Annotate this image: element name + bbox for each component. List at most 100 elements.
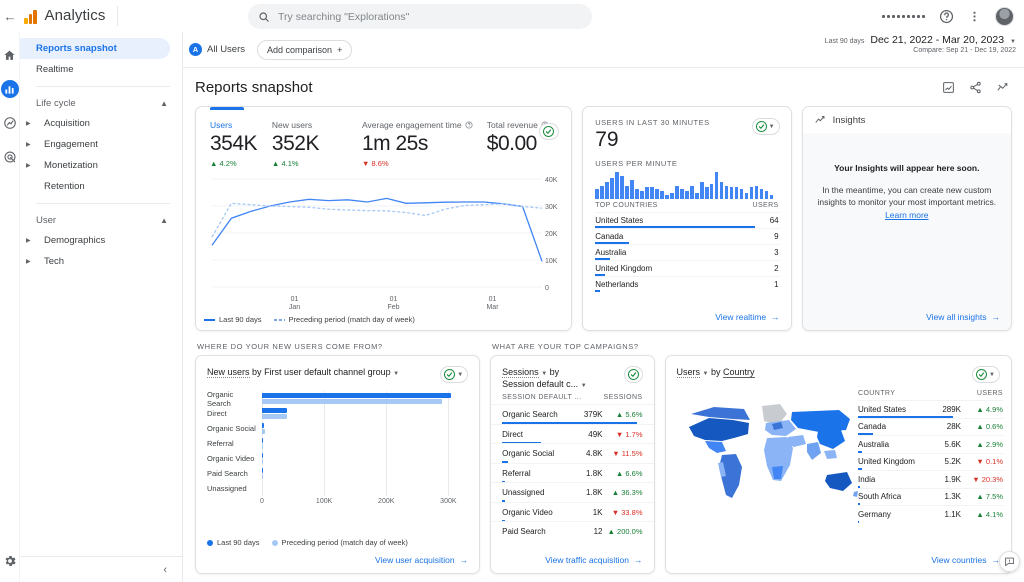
feedback-icon[interactable] bbox=[999, 551, 1020, 572]
rail-reports-bar-chart-icon[interactable] bbox=[0, 80, 19, 98]
help-circle-icon[interactable] bbox=[939, 9, 954, 24]
bar-preceding bbox=[262, 414, 287, 419]
table-row[interactable]: Canada 9 bbox=[595, 228, 779, 244]
sidebar-group-life-cycle[interactable]: Life cycle ▲ bbox=[20, 93, 182, 113]
metric-total-revenue[interactable]: Total revenue $0.00 bbox=[487, 120, 571, 168]
world-choropleth-map[interactable] bbox=[674, 392, 859, 532]
sidebar-divider bbox=[36, 86, 170, 87]
world-map-svg bbox=[688, 404, 858, 498]
sparkline-bar bbox=[595, 189, 599, 199]
bar-pair[interactable] bbox=[262, 466, 471, 481]
sidebar-item-monetization[interactable]: ▶ Monetization bbox=[20, 155, 182, 176]
sidebar-item-retention[interactable]: Retention bbox=[20, 176, 182, 197]
date-range-selector[interactable]: Last 90 days Dec 21, 2022 - Mar 20, 2023… bbox=[825, 34, 1016, 54]
table-row[interactable]: United Kingdom 5.2K ▼ 0.1% bbox=[858, 452, 1003, 470]
table-row[interactable]: Organic Social 4.8K ▼ 11.5% bbox=[491, 443, 654, 463]
sidebar-group-user[interactable]: User ▲ bbox=[20, 210, 182, 230]
card-status-pill[interactable]: ▼ bbox=[440, 366, 469, 383]
bar-chart-category-labels: Organic Search Direct Organic Social Referr… bbox=[207, 390, 259, 496]
card-status-pill[interactable] bbox=[623, 366, 643, 383]
card-status-pill[interactable] bbox=[539, 123, 560, 140]
metric-avg-engagement-time[interactable]: Average engagement time 1m 25s ▼ 8.6% bbox=[362, 120, 487, 168]
metric-value: 1m 25s bbox=[362, 132, 428, 155]
settings-gear-icon[interactable] bbox=[1, 552, 19, 570]
bar-preceding bbox=[262, 459, 263, 464]
back-arrow-icon[interactable]: ← bbox=[0, 9, 20, 24]
map-card-title[interactable]: Users ▼ by Country bbox=[676, 366, 755, 378]
metric-new-users[interactable]: New users 352K ▲ 4.1% bbox=[272, 120, 362, 168]
share-icon[interactable] bbox=[969, 81, 982, 94]
sidebar-item-demographics[interactable]: ▶ Demographics bbox=[20, 230, 182, 251]
sidebar-item-label: Reports snapshot bbox=[36, 43, 117, 54]
view-user-acquisition-link[interactable]: View user acquisition → bbox=[375, 555, 468, 565]
sidebar-item-engagement[interactable]: ▶ Engagement bbox=[20, 134, 182, 155]
table-row[interactable]: Australia 3 bbox=[595, 244, 779, 260]
card-status-pill[interactable]: ▼ bbox=[972, 366, 1000, 383]
sessions-delta: ▼ 11.5% bbox=[612, 449, 643, 459]
rail-home-icon[interactable] bbox=[1, 46, 19, 64]
table-row[interactable]: Unassigned 1.8K ▲ 36.3% bbox=[491, 482, 654, 502]
sidebar-divider bbox=[36, 203, 170, 204]
sparkline-bar bbox=[625, 185, 629, 199]
rail-advertising-target-icon[interactable] bbox=[1, 148, 19, 166]
bar-pair[interactable] bbox=[262, 436, 471, 451]
metric-users[interactable]: Users 354K ▲ 4.2% bbox=[210, 120, 272, 168]
bar-category-label: Organic Social bbox=[207, 424, 256, 433]
channel-name: Organic Video bbox=[502, 507, 553, 517]
campaigns-card-title[interactable]: Sessions ▼ by Session default c... ▼ bbox=[502, 366, 587, 390]
acquisition-card-title[interactable]: New users by First user default channel … bbox=[207, 366, 399, 378]
table-row[interactable]: Canada 28K ▲ 0.6% bbox=[858, 417, 1003, 435]
rail-explore-compass-icon[interactable] bbox=[1, 114, 19, 132]
col-header-users: USERS bbox=[976, 390, 1003, 397]
account-selector[interactable] bbox=[118, 7, 228, 25]
table-row[interactable]: United States 64 bbox=[595, 212, 779, 228]
sessions-delta: ▲ 6.6% bbox=[615, 468, 643, 478]
add-comparison-button[interactable]: Add comparison + bbox=[257, 39, 353, 60]
more-vertical-icon[interactable] bbox=[968, 9, 981, 24]
view-traffic-acquisition-link[interactable]: View traffic acquisition → bbox=[545, 555, 642, 565]
sidebar-item-acquisition[interactable]: ▶ Acquisition bbox=[20, 113, 182, 134]
customize-report-icon[interactable] bbox=[942, 81, 955, 94]
bar-current bbox=[262, 438, 264, 443]
table-row[interactable]: United Kingdom 2 bbox=[595, 260, 779, 276]
bar-category-label: Referral bbox=[207, 439, 234, 448]
country-delta: ▲ 0.6% bbox=[976, 422, 1003, 432]
table-row[interactable]: Organic Search 379K ▲ 5.6% bbox=[491, 404, 654, 424]
segment-chip-all-users[interactable]: A All Users bbox=[189, 43, 245, 56]
view-countries-link[interactable]: View countries → bbox=[931, 555, 1000, 565]
view-all-insights-link[interactable]: View all insights → bbox=[926, 312, 1000, 322]
country-users: 1.3K bbox=[944, 492, 961, 502]
view-realtime-link[interactable]: View realtime → bbox=[715, 312, 779, 322]
table-row[interactable]: United States 289K ▲ 4.9% bbox=[858, 400, 1003, 418]
sidebar-item-reports-snapshot[interactable]: Reports snapshot bbox=[20, 38, 170, 59]
bar-pair[interactable] bbox=[262, 406, 471, 421]
row-top: Users 354K ▲ 4.2% New users 352K ▲ 4.1% … bbox=[195, 106, 1012, 331]
brand-title: Analytics bbox=[45, 6, 119, 26]
bar-pair[interactable] bbox=[262, 451, 471, 466]
table-row[interactable]: Germany 1.1K ▲ 4.1% bbox=[858, 505, 1003, 523]
search-input[interactable] bbox=[278, 10, 582, 23]
insights-icon[interactable] bbox=[996, 81, 1010, 94]
country-name: South Africa bbox=[858, 492, 902, 502]
table-row[interactable]: Australia 5.6K ▲ 2.9% bbox=[858, 435, 1003, 453]
table-row[interactable]: South Africa 1.3K ▲ 7.5% bbox=[858, 487, 1003, 505]
bar-pair[interactable] bbox=[262, 421, 471, 436]
table-row[interactable]: India 1.9K ▼ 20.3% bbox=[858, 470, 1003, 488]
learn-more-link[interactable]: Learn more bbox=[885, 210, 928, 220]
table-row[interactable]: Paid Search 12 ▲ 200.0% bbox=[491, 521, 654, 541]
table-row[interactable]: Organic Video 1K ▼ 33.8% bbox=[491, 501, 654, 522]
avatar[interactable] bbox=[995, 6, 1014, 26]
bar-pair[interactable] bbox=[262, 391, 471, 406]
apps-grid-icon[interactable] bbox=[882, 14, 925, 18]
sidebar-item-tech[interactable]: ▶ Tech bbox=[20, 251, 182, 272]
sidebar-item-label: Retention bbox=[44, 181, 85, 192]
table-row[interactable]: Direct 49K ▼ 1.7% bbox=[491, 423, 654, 444]
table-row[interactable]: Netherlands 1 bbox=[595, 276, 779, 292]
sidebar-item-realtime[interactable]: Realtime bbox=[20, 59, 182, 80]
table-row[interactable]: Referral 1.8K ▲ 6.6% bbox=[491, 462, 654, 483]
bar-pair[interactable] bbox=[262, 481, 471, 496]
search-bar[interactable] bbox=[248, 4, 592, 29]
help-circle-icon[interactable] bbox=[465, 121, 473, 129]
card-status-pill[interactable]: ▼ bbox=[751, 118, 780, 135]
sidebar-collapse-button[interactable]: ‹ bbox=[20, 556, 183, 582]
